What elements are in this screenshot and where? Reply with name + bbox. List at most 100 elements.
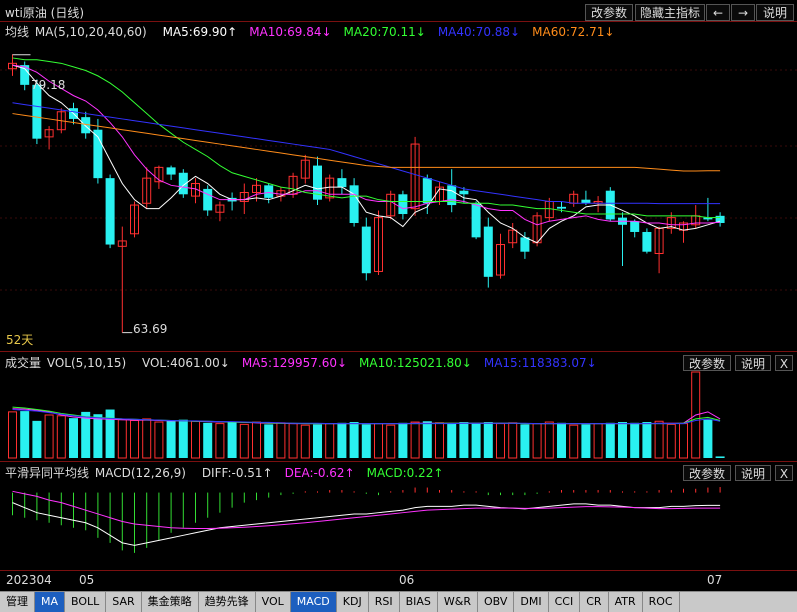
volume-bar — [605, 422, 615, 458]
tab-macd[interactable]: MACD — [290, 592, 337, 612]
volume-bar — [447, 423, 457, 458]
tab-[interactable]: 集金策略 — [142, 592, 199, 612]
candle-body — [105, 178, 115, 245]
volume-bar — [264, 424, 274, 458]
candle-body — [471, 203, 481, 238]
tab-rsi[interactable]: RSI — [369, 592, 400, 612]
volume-bar — [288, 423, 298, 459]
ma-line-ma40 — [12, 102, 721, 205]
tab-cr[interactable]: CR — [580, 592, 609, 612]
volume-bar — [69, 418, 78, 458]
volume-bar — [215, 423, 225, 459]
volume-bar — [569, 424, 579, 459]
candle-body — [630, 221, 640, 232]
tab-wr[interactable]: W&R — [438, 592, 478, 612]
volume-bar — [630, 422, 640, 458]
volume-bar — [459, 422, 469, 458]
volume-bar — [105, 409, 115, 458]
candle-body — [642, 231, 652, 252]
volume-bar — [93, 414, 103, 458]
macd-dea-line — [12, 490, 721, 530]
volume-bar — [544, 421, 554, 459]
volume-bar — [642, 422, 652, 458]
volume-bar — [361, 424, 371, 458]
volume-bar — [8, 411, 17, 459]
tab-atr[interactable]: ATR — [609, 592, 643, 612]
candle-body — [349, 185, 359, 223]
volume-bar — [532, 423, 542, 459]
volume-bar — [32, 420, 42, 458]
volume-bar — [325, 423, 335, 459]
volume-bar — [252, 421, 261, 459]
macd-diff-line — [12, 502, 721, 546]
volume-bar — [471, 422, 481, 458]
candle-body — [203, 188, 213, 211]
tab-cci[interactable]: CCI — [549, 592, 581, 612]
tab-boll[interactable]: BOLL — [65, 592, 107, 612]
volume-bar — [715, 456, 725, 458]
volume-bar — [398, 422, 408, 458]
volume-bar — [154, 421, 164, 459]
tab-bias[interactable]: BIAS — [400, 592, 438, 612]
volume-bar — [654, 420, 664, 459]
tab-dmi[interactable]: DMI — [514, 592, 549, 612]
volume-bar — [117, 419, 127, 459]
candle-body — [459, 190, 469, 195]
candle-body — [520, 237, 530, 252]
volume-bar — [313, 424, 322, 458]
tab-roc[interactable]: ROC — [643, 592, 680, 612]
volume-bar — [191, 420, 200, 459]
candle-body — [166, 167, 176, 175]
volume-bar — [56, 415, 66, 459]
tab-obv[interactable]: OBV — [478, 592, 515, 612]
candle-body — [32, 84, 42, 139]
volume-bar — [276, 422, 286, 459]
volume-bar — [496, 423, 505, 459]
volume-bar — [581, 424, 591, 458]
tab-[interactable]: 趋势先锋 — [199, 592, 256, 612]
candle-body — [557, 206, 566, 209]
x-axis-label: 07 — [707, 573, 723, 587]
tab-kdj[interactable]: KDJ — [337, 592, 369, 612]
volume-bar — [20, 411, 30, 458]
volume-bar — [178, 419, 188, 458]
volume-bar — [166, 420, 176, 458]
candle-body — [264, 185, 274, 198]
tab-[interactable]: 管理 — [0, 592, 35, 612]
indicator-tab-bar: 管理 MA BOLL SAR 集金策略 趋势先锋 VOL MACD KDJ RSI BIAS W&R O… — [0, 591, 797, 612]
volume-bar — [618, 422, 627, 458]
volume-bar — [337, 422, 347, 458]
volume-bar — [349, 422, 359, 458]
volume-bar — [130, 419, 139, 459]
x-axis-label: 06 — [399, 573, 415, 587]
kline-chart[interactable] — [0, 0, 797, 591]
candle-body — [581, 199, 591, 204]
volume-bar — [300, 424, 310, 459]
ma-line-ma60 — [12, 113, 721, 172]
volume-bar — [142, 418, 152, 459]
days-label: 52天 — [6, 333, 34, 347]
x-axis-label: 202304 — [6, 573, 52, 587]
volume-bar — [422, 421, 432, 458]
volume-bar — [557, 422, 566, 458]
volume-bar — [520, 424, 530, 458]
tab-sar[interactable]: SAR — [106, 592, 142, 612]
volume-bar — [666, 423, 676, 459]
volume-bar — [593, 423, 603, 459]
candle-body — [483, 226, 493, 277]
volume-bar — [386, 424, 396, 459]
volume-bar — [483, 422, 493, 458]
tab-vol[interactable]: VOL — [256, 592, 291, 612]
volume-bar — [239, 423, 249, 459]
low-price-label: 63.69 — [133, 322, 168, 336]
volume-bar — [227, 422, 237, 458]
volume-bar — [410, 421, 420, 459]
volume-bar — [44, 414, 54, 459]
candle-body — [361, 226, 371, 274]
tab-ma[interactable]: MA — [35, 592, 66, 612]
candle-body — [398, 194, 408, 215]
high-price-label: 79.18 — [31, 78, 66, 92]
volume-bar — [374, 423, 383, 459]
volume-bar — [435, 422, 444, 459]
candle-body — [422, 178, 432, 204]
